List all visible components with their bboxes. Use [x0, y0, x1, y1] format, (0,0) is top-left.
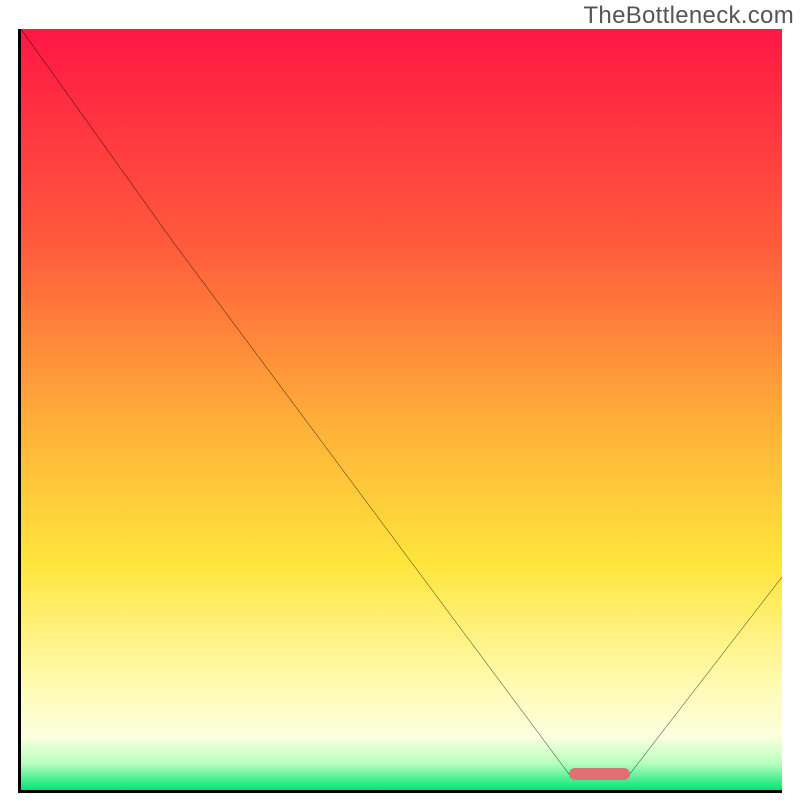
chart-container: TheBottleneck.com [0, 0, 800, 800]
plot-area [18, 29, 782, 793]
watermark-text: TheBottleneck.com [583, 2, 794, 30]
gradient-fill [21, 29, 782, 790]
optimal-range-marker [569, 768, 630, 780]
chart-svg [21, 29, 782, 790]
